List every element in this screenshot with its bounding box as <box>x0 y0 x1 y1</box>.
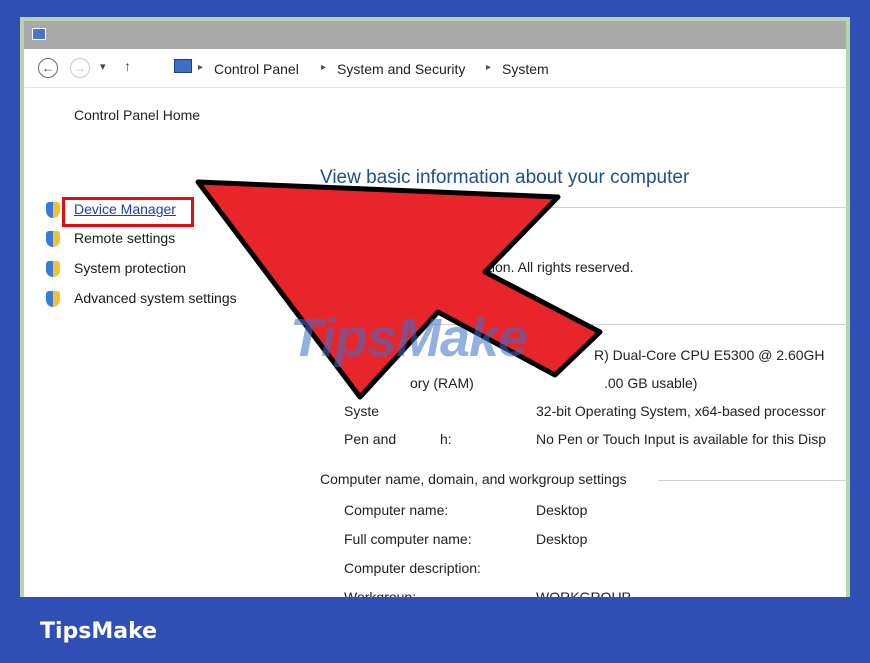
screenshot-frame: ← → ▾ ↑ ▸ Control Panel ▸ System and Sec… <box>20 17 850 597</box>
footer-bar: TipsMake <box>0 597 870 663</box>
brand-logo-text: TipsMake <box>40 619 158 644</box>
tipsmake-watermark: TipsMake <box>290 308 528 368</box>
